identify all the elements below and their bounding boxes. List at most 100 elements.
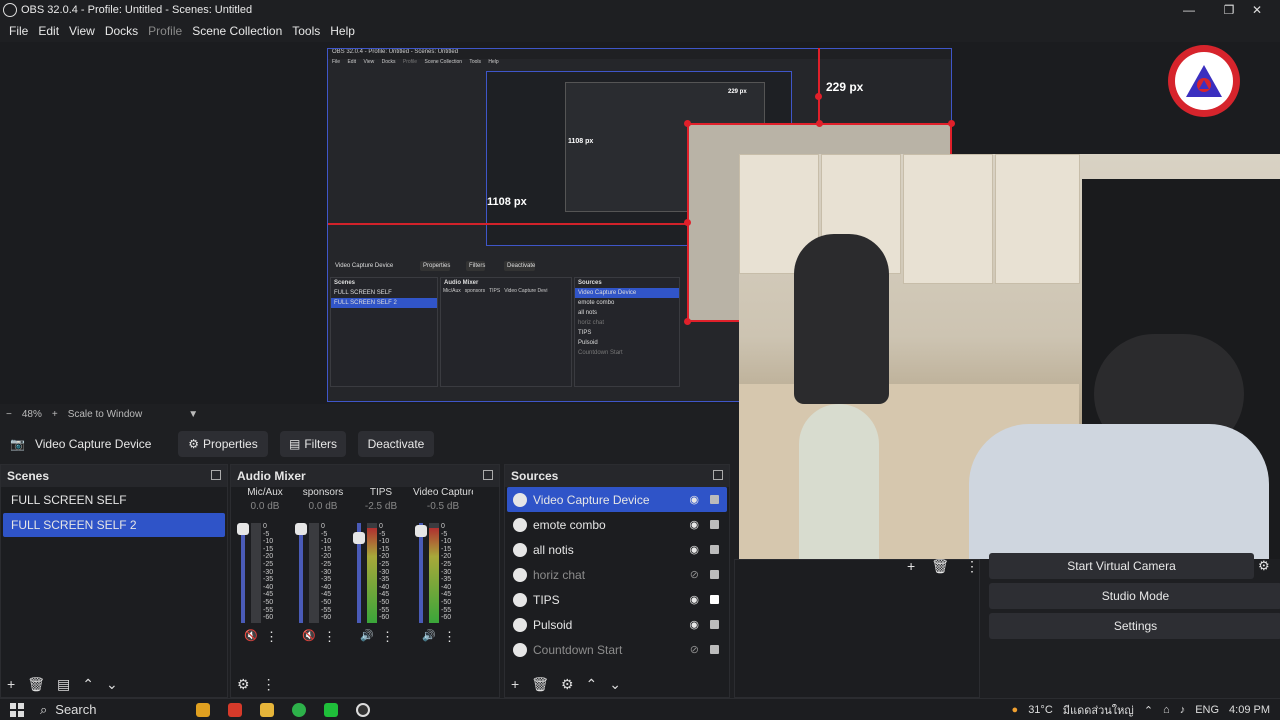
language-indicator[interactable]: ENG (1195, 704, 1219, 716)
network-icon[interactable]: ⌂ (1163, 704, 1170, 716)
zoom-out-button[interactable]: − (6, 409, 12, 420)
menu-file[interactable]: File (4, 24, 33, 38)
trash-icon[interactable]: 🗑 (531, 676, 549, 693)
advanced-audio-gear-icon[interactable]: ⚙ (237, 676, 250, 693)
undock-icon[interactable] (713, 470, 723, 480)
trash-icon[interactable]: 🗑 (931, 558, 949, 575)
eye-icon[interactable]: ◉ (689, 493, 699, 506)
settings-button[interactable]: Settings (989, 613, 1280, 639)
fader-knob[interactable] (237, 523, 249, 535)
fader-knob[interactable] (295, 523, 307, 535)
menu-dots-icon[interactable]: ⋮ (965, 558, 979, 575)
resize-handle[interactable] (684, 120, 691, 127)
add-icon[interactable]: + (511, 676, 519, 692)
unlock-icon[interactable] (710, 645, 719, 654)
eye-hidden-icon[interactable]: ⊘ (690, 568, 699, 581)
clock[interactable]: 4:09 PM (1229, 704, 1270, 716)
volume-icon[interactable]: ♪ (1180, 704, 1186, 716)
channel-menu-dots-icon[interactable]: ⋮ (323, 629, 336, 645)
chevron-down-icon[interactable]: ⌄ (609, 676, 621, 693)
channel-menu-dots-icon[interactable]: ⋮ (443, 629, 456, 645)
muted-speaker-icon[interactable]: 🔇 (241, 629, 261, 645)
source-item[interactable]: TIPS ◉ (507, 587, 727, 612)
meter-scale-tick: -10 (441, 538, 452, 546)
eye-icon[interactable]: ◉ (689, 518, 699, 531)
source-item[interactable]: Pulsoid ◉ (507, 612, 727, 637)
copilot-icon[interactable] (196, 702, 210, 717)
brave-icon[interactable] (228, 702, 242, 717)
eye-icon[interactable]: ◉ (689, 543, 699, 556)
menu-profile[interactable]: Profile (143, 24, 187, 38)
close-button[interactable]: ✕ (1234, 0, 1280, 20)
speaker-icon[interactable]: 🔊 (357, 629, 377, 645)
channel-menu-dots-icon[interactable]: ⋮ (265, 629, 278, 645)
menu-docks[interactable]: Docks (100, 24, 143, 38)
menu-scene-collection[interactable]: Scene Collection (187, 24, 287, 38)
source-item[interactable]: Video Capture Device ◉ (507, 487, 727, 512)
unlock-icon[interactable] (710, 545, 719, 554)
menu-edit[interactable]: Edit (33, 24, 64, 38)
file-explorer-icon[interactable] (260, 702, 274, 717)
chevron-up-icon[interactable]: ⌃ (586, 676, 598, 693)
undock-icon[interactable] (483, 470, 493, 480)
muted-speaker-icon[interactable]: 🔇 (299, 629, 319, 645)
chevron-up-icon[interactable]: ⌃ (1144, 704, 1153, 717)
source-item[interactable]: emote combo ◉ (507, 512, 727, 537)
undock-icon[interactable] (211, 470, 221, 480)
start-virtual-camera-button[interactable]: Start Virtual Camera (989, 553, 1254, 579)
eye-icon[interactable]: ◉ (689, 618, 699, 631)
studio-mode-button[interactable]: Studio Mode (989, 583, 1280, 609)
gear-icon[interactable]: ⚙ (561, 676, 574, 693)
fader-knob[interactable] (415, 524, 427, 537)
trash-icon[interactable]: 🗑 (27, 676, 45, 693)
eye-icon[interactable]: ◉ (689, 593, 699, 606)
menu-help[interactable]: Help (325, 24, 360, 38)
filter-icon[interactable]: ▤ (57, 676, 70, 693)
add-icon[interactable]: + (907, 558, 915, 575)
channel-menu-dots-icon[interactable]: ⋮ (381, 629, 394, 645)
chevron-down-icon[interactable]: ⌄ (106, 676, 118, 693)
filters-button[interactable]: ▤ Filters (280, 431, 346, 457)
speaker-icon[interactable]: 🔊 (419, 629, 439, 645)
channel-name: Video Capture Devi (413, 487, 473, 498)
windows-start-icon[interactable] (10, 703, 24, 717)
eye-hidden-icon[interactable]: ⊘ (690, 643, 699, 656)
obs-taskbar-icon[interactable] (356, 702, 370, 717)
nested-filters: Filters (466, 261, 486, 271)
fader-knob[interactable] (353, 531, 365, 544)
source-item[interactable]: Countdown Start ⊘ (507, 637, 727, 662)
deactivate-button[interactable]: Deactivate (358, 431, 434, 457)
line-icon[interactable] (324, 702, 338, 717)
resize-handle[interactable] (816, 120, 823, 127)
scale-dropdown-icon[interactable]: ▼ (188, 409, 198, 420)
zoom-in-button[interactable]: + (52, 409, 58, 420)
source-item[interactable]: horiz chat ⊘ (507, 562, 727, 587)
menu-tools[interactable]: Tools (287, 24, 325, 38)
resize-handle[interactable] (684, 219, 691, 226)
unlock-icon[interactable] (710, 520, 719, 529)
unlock-icon[interactable] (710, 570, 719, 579)
unlock-icon[interactable] (710, 495, 719, 504)
nested-menu-item: File (332, 59, 341, 65)
chevron-up-icon[interactable]: ⌃ (82, 676, 94, 693)
unlock-icon[interactable] (710, 620, 719, 629)
lock-icon[interactable] (710, 595, 719, 604)
properties-button[interactable]: ⚙ Properties (178, 431, 268, 457)
whatsapp-icon[interactable] (292, 702, 306, 717)
volume-fader[interactable] (419, 523, 423, 623)
volume-fader[interactable] (299, 523, 303, 623)
meter-scale-tick: -15 (321, 545, 332, 553)
resize-handle[interactable] (684, 318, 691, 325)
volume-fader[interactable] (241, 523, 245, 623)
nested-menu-item: Edit (347, 59, 357, 65)
scene-item-selected[interactable]: FULL SCREEN SELF 2 (3, 513, 225, 537)
virtual-camera-gear-icon[interactable]: ⚙ (1258, 558, 1270, 574)
menu-dots-icon[interactable]: ⋮ (262, 676, 276, 693)
scene-item[interactable]: FULL SCREEN SELF (3, 488, 225, 512)
taskbar-search[interactable]: ⌕ Search (40, 702, 170, 718)
resize-handle[interactable] (948, 120, 955, 127)
source-item[interactable]: all notis ◉ (507, 537, 727, 562)
add-icon[interactable]: + (7, 676, 15, 692)
menu-view[interactable]: View (64, 24, 100, 38)
scale-mode[interactable]: Scale to Window (68, 409, 142, 420)
